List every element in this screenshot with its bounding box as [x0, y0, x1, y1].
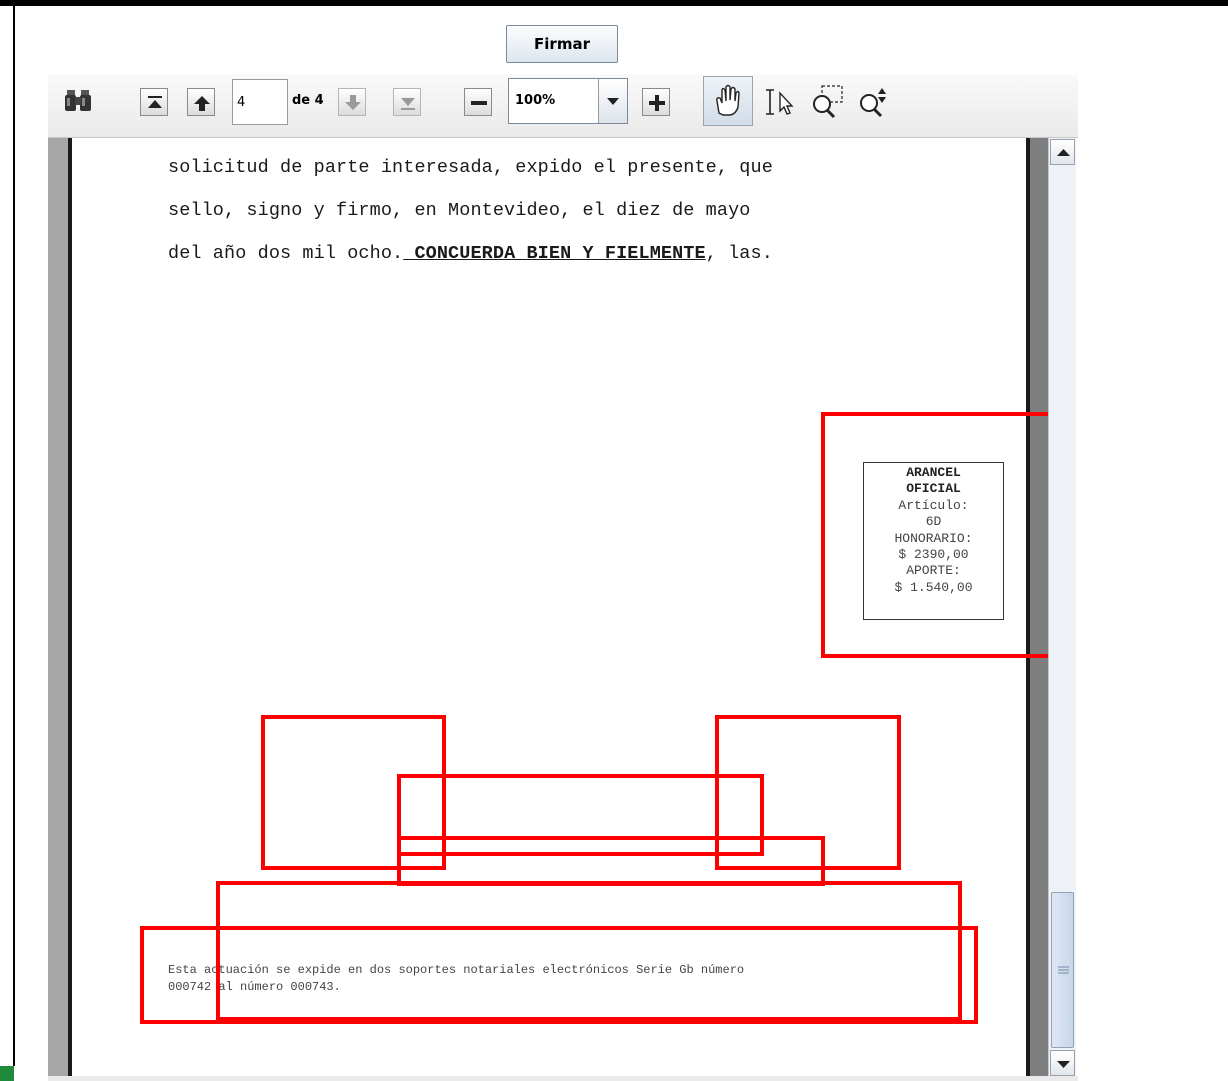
first-page-button[interactable] — [140, 88, 168, 116]
document-line-1: solicitud de parte interesada, expido el… — [168, 157, 773, 178]
scroll-thumb[interactable] — [1051, 892, 1074, 1048]
text-select-tool[interactable] — [760, 84, 804, 120]
page-gutter-left-lower — [48, 732, 70, 1081]
zoom-dynamic-icon — [860, 88, 886, 118]
text-cursor-arrow-icon — [766, 89, 794, 115]
document-line-2: sello, signo y firmo, en Montevideo, el … — [168, 200, 751, 221]
scroll-down-button[interactable] — [1050, 1050, 1075, 1076]
previous-page-button[interactable] — [187, 88, 215, 116]
last-page-button[interactable] — [393, 88, 421, 116]
hand-icon — [716, 84, 740, 116]
signature-field-arancel[interactable] — [821, 412, 1067, 658]
chevron-down-icon[interactable] — [598, 79, 627, 123]
next-page-button[interactable] — [338, 88, 366, 116]
concuerda-emphasis: CONCUERDA BIEN Y FIELMENTE — [403, 243, 706, 264]
window-top-border — [0, 0, 1228, 6]
document-line-3: del año dos mil ocho. CONCUERDA BIEN Y F… — [168, 243, 773, 264]
page-edge-left — [68, 138, 72, 1076]
binoculars-icon[interactable] — [62, 86, 94, 116]
sign-button[interactable]: Firmar — [506, 25, 618, 63]
zoom-area-icon — [813, 85, 843, 119]
zoom-dropdown[interactable]: 100% — [508, 78, 628, 124]
zoom-out-button[interactable] — [464, 88, 492, 116]
page-total-label: de 4 — [292, 93, 324, 108]
window-left-border — [13, 6, 15, 1066]
document-line-3-end: , las. — [705, 243, 773, 264]
dynamic-zoom-tool[interactable] — [854, 82, 894, 122]
hand-tool-button[interactable] — [703, 76, 753, 126]
page-gutter-left — [48, 138, 70, 732]
status-strip — [48, 1076, 1078, 1081]
pdf-toolbar: de 4 100% — [48, 74, 1078, 138]
signature-field-center-lower[interactable] — [397, 836, 825, 886]
signature-field-footer[interactable] — [140, 926, 978, 1024]
document-line-3-start: del año dos mil ocho. — [168, 243, 404, 264]
zoom-value: 100% — [515, 93, 556, 108]
green-corner-decoration — [0, 1066, 14, 1081]
scroll-up-button[interactable] — [1050, 139, 1075, 165]
marquee-zoom-tool[interactable] — [808, 82, 850, 122]
zoom-in-button[interactable] — [642, 88, 670, 116]
page-number-input[interactable] — [232, 79, 288, 125]
